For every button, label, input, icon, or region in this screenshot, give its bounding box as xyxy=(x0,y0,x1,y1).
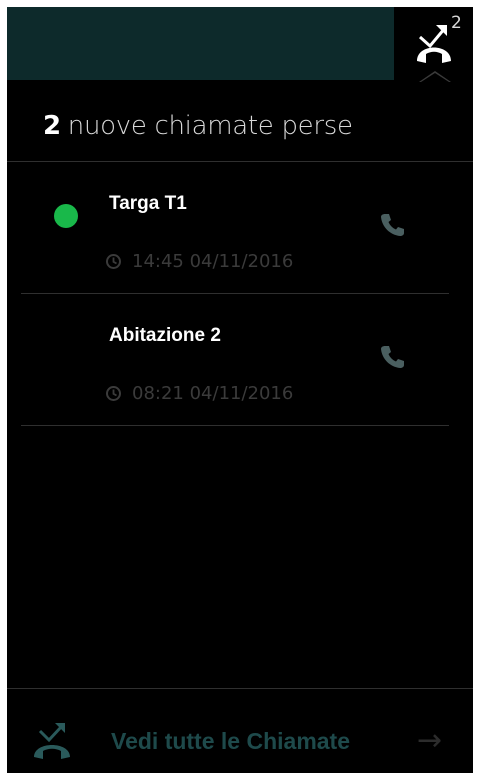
call-time: 08:21 04/11/2016 xyxy=(132,383,294,404)
missed-calls-button[interactable]: 2 xyxy=(394,7,473,82)
phone-icon xyxy=(381,346,404,368)
callback-button[interactable] xyxy=(379,343,405,369)
arrow-right-icon: → xyxy=(417,723,443,758)
clock-icon xyxy=(105,385,122,402)
caller-name: Abitazione 2 xyxy=(109,325,221,346)
missed-count-badge: 2 xyxy=(451,13,462,33)
callback-button[interactable] xyxy=(379,211,405,237)
call-divider xyxy=(21,425,449,426)
missed-calls-header: 2 nuove chiamate perse xyxy=(43,111,353,141)
call-timestamp: 14:45 04/11/2016 xyxy=(105,251,293,272)
missed-call-icon xyxy=(34,723,70,759)
caller-name: Targa T1 xyxy=(109,193,187,214)
view-all-calls-button[interactable]: Vedi tutte le Chiamate → xyxy=(7,688,473,773)
phone-icon xyxy=(381,214,404,236)
call-time: 14:45 04/11/2016 xyxy=(132,251,294,272)
view-all-calls-label: Vedi tutte le Chiamate xyxy=(111,728,351,754)
missed-calls-panel: 2 2 nuove chiamate perse Targa T1 14:45 0… xyxy=(7,7,473,773)
missed-call-icon xyxy=(417,25,451,63)
dropdown-caret xyxy=(419,71,451,82)
missed-count: 2 xyxy=(43,111,61,141)
online-status-dot xyxy=(54,204,78,228)
clock-icon xyxy=(105,253,122,270)
missed-calls-title: nuove chiamate perse xyxy=(67,111,353,141)
top-bar: 2 xyxy=(7,7,473,82)
call-timestamp: 08:21 04/11/2016 xyxy=(105,383,293,404)
